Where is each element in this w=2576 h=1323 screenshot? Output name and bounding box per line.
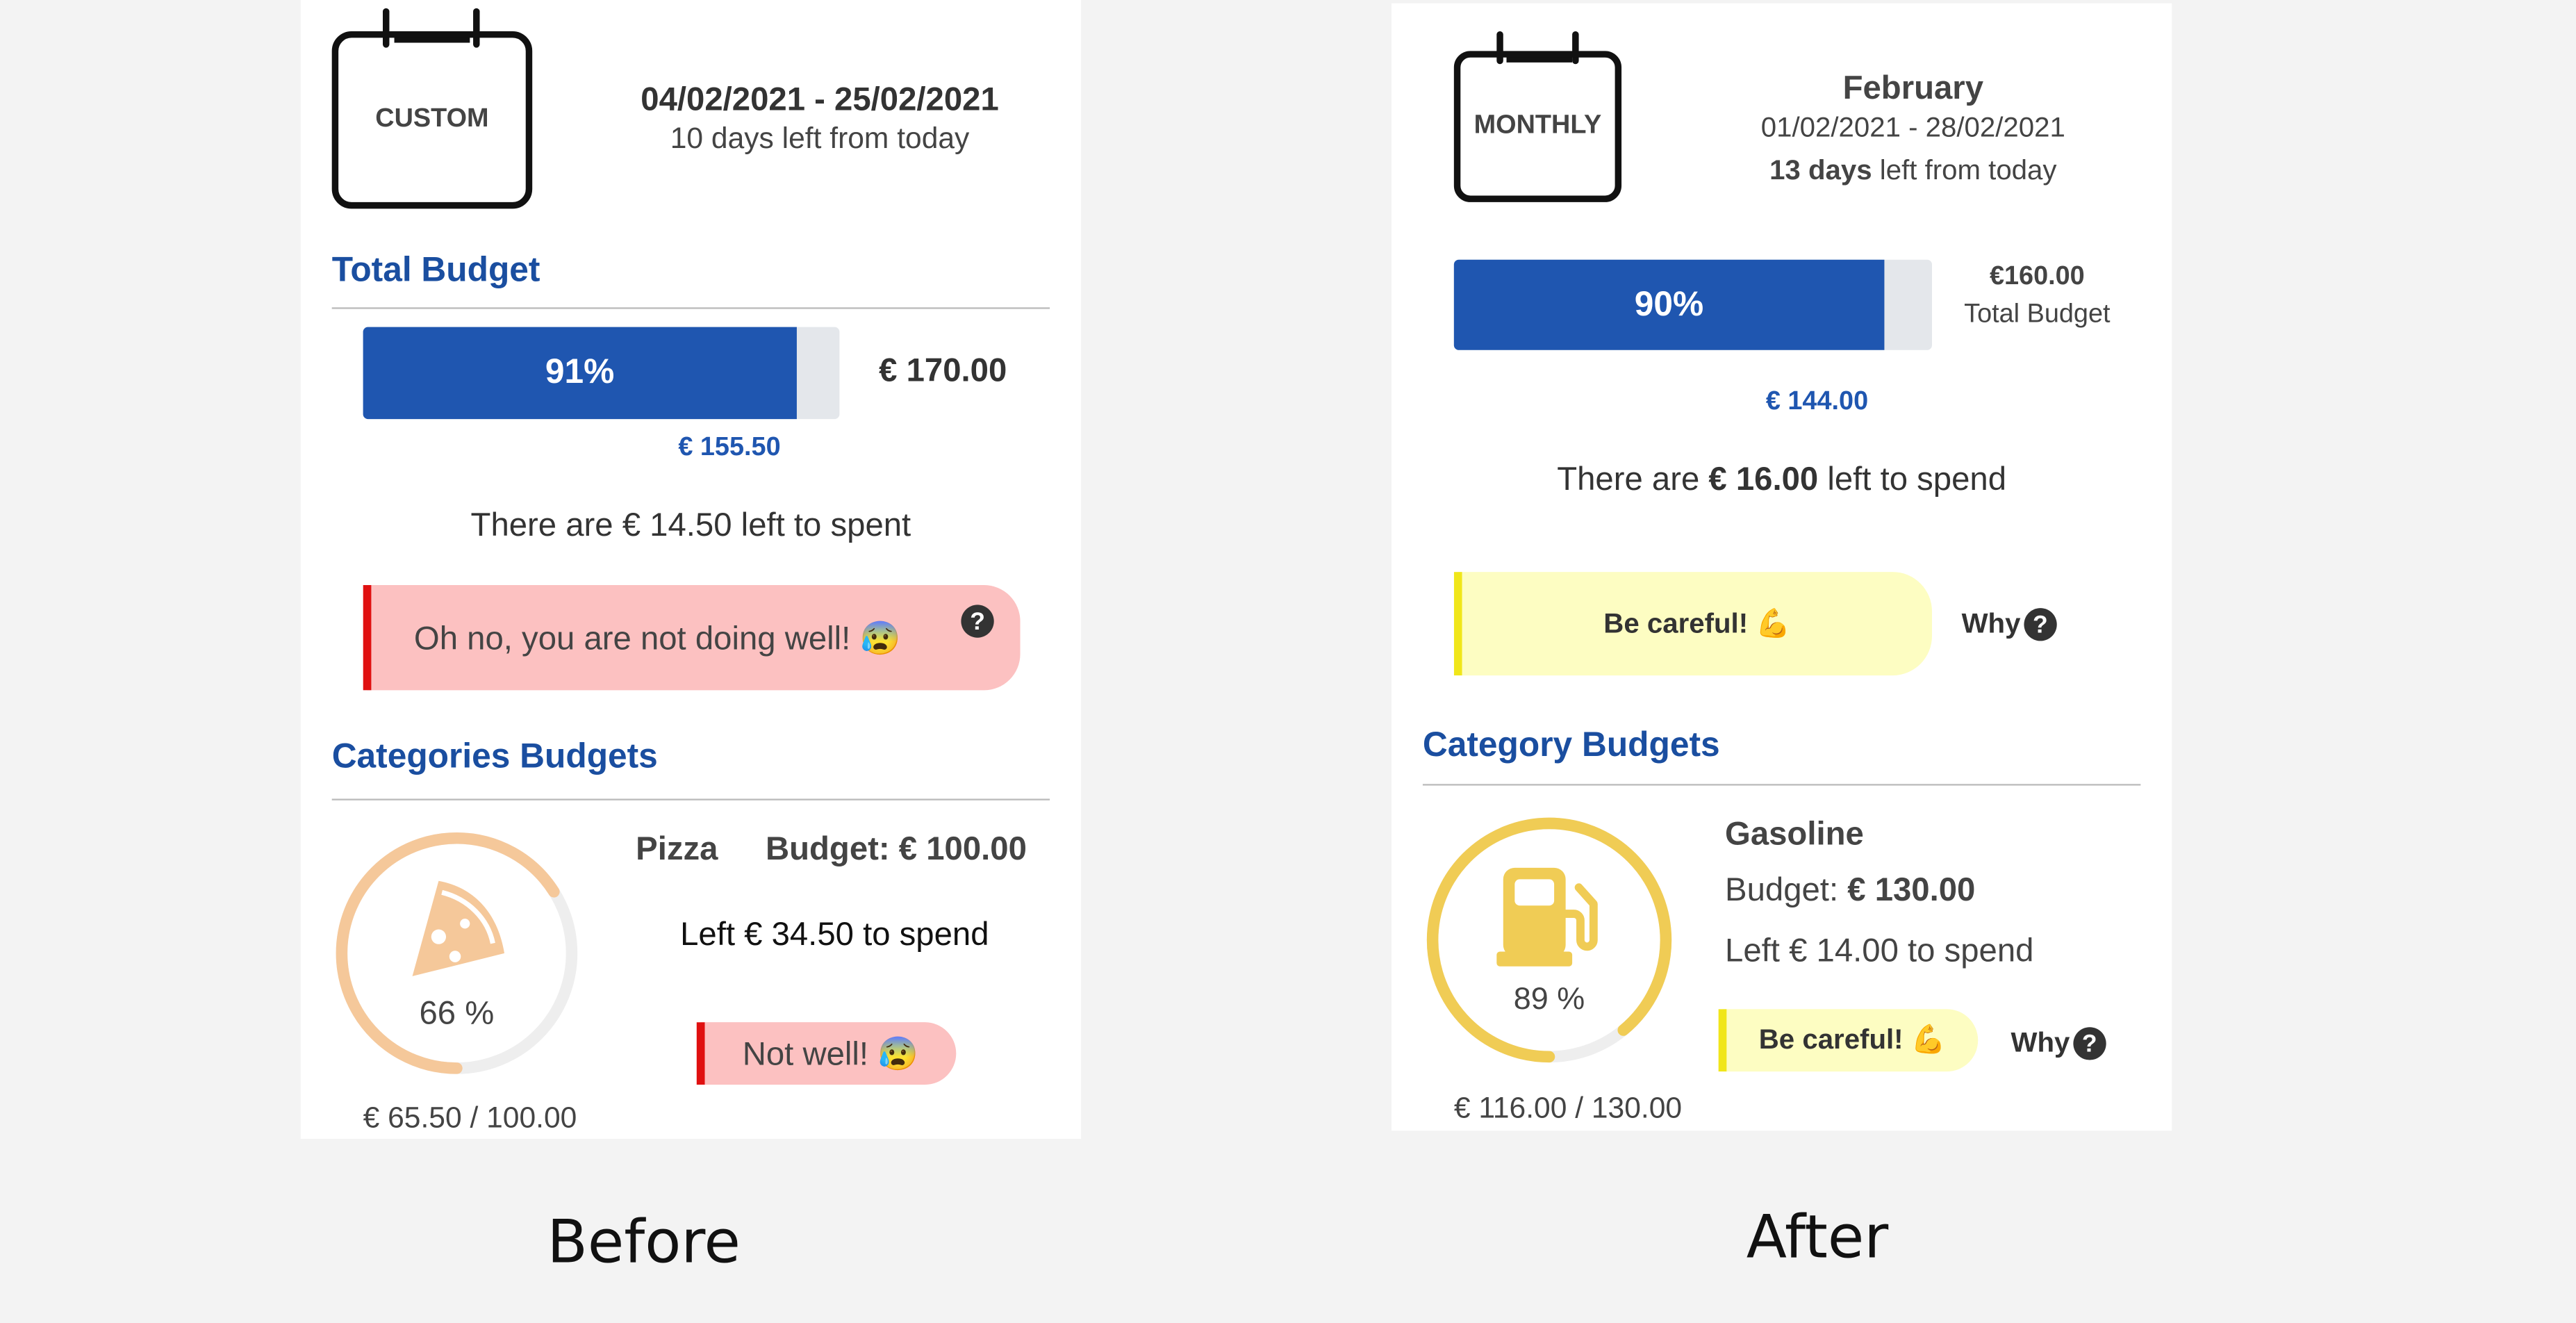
- category-status-badge: Be careful! 💪: [1718, 1009, 1979, 1072]
- progress-fill: 90%: [1453, 259, 1885, 350]
- category-status-badge: Not well! 😰: [696, 1022, 957, 1085]
- total-budget-label: Total Budget: [1964, 300, 2111, 329]
- total-progress-bar: 90%: [1453, 259, 1933, 350]
- progress-label: 91%: [545, 353, 615, 391]
- category-budget: Budget: € 130.00: [1725, 873, 1975, 910]
- category-budget-prefix: Budget:: [1725, 872, 1848, 909]
- category-budget-amount: € 130.00: [1847, 872, 1976, 909]
- date-range: 04/02/2021 - 25/02/2021: [641, 82, 999, 119]
- alert-text: Oh no, you are not doing well! 😰: [413, 620, 901, 657]
- period-type-label: CUSTOM: [375, 105, 489, 133]
- days-left: 10 days left from today: [670, 122, 970, 155]
- left-prefix: There are: [1557, 461, 1709, 498]
- category-percent: 89 %: [1513, 983, 1585, 1018]
- comparison-stage: CUSTOM 04/02/2021 - 25/02/2021 10 days l…: [0, 0, 2576, 1323]
- category-status-text: Not well! 😰: [742, 1036, 919, 1073]
- days-left-text: left from today: [1872, 154, 2057, 186]
- category-amount: € 65.50 / 100.00: [363, 1101, 577, 1134]
- after-panel: MONTHLY February 01/02/2021 - 28/02/2021…: [1391, 3, 2172, 1131]
- category-name: Pizza: [636, 831, 718, 868]
- category-percent: 66 %: [419, 996, 495, 1033]
- why-label: Why: [1961, 608, 2021, 640]
- help-icon: ?: [2024, 608, 2057, 641]
- total-progress-bar: 91%: [363, 327, 840, 420]
- why-label: Why: [2011, 1027, 2070, 1059]
- left-to-spend-text: There are € 16.00 left to spend: [1423, 462, 2140, 500]
- why-button[interactable]: Why ?: [2011, 1027, 2106, 1060]
- progress-label: 90%: [1634, 285, 1704, 323]
- alert-text: Be careful! 💪: [1603, 607, 1791, 639]
- help-icon[interactable]: ?: [961, 605, 994, 638]
- categories-title: Category Budgets: [1422, 726, 1720, 764]
- category-left-text: Left € 14.00 to spend: [1725, 933, 2034, 970]
- left-amount: € 16.00: [1708, 461, 1819, 498]
- date-range: 01/02/2021 - 28/02/2021: [1760, 111, 2065, 143]
- total-budget-title: Total Budget: [331, 251, 540, 290]
- status-alert: Be careful! 💪: [1453, 572, 1933, 676]
- total-amount: €160.00: [1989, 263, 2085, 291]
- before-caption: Before: [547, 1209, 741, 1277]
- days-left: 13 days left from today: [1687, 154, 2139, 187]
- before-panel: CUSTOM 04/02/2021 - 25/02/2021 10 days l…: [300, 0, 1082, 1140]
- status-alert: Oh no, you are not doing well! 😰: [363, 585, 1021, 691]
- category-budget: Budget: € 100.00: [765, 831, 1027, 868]
- why-button[interactable]: Why ?: [1962, 608, 2057, 641]
- calendar-icon: CUSTOM: [331, 8, 533, 209]
- pizza-icon: [412, 880, 504, 976]
- category-status-text: Be careful! 💪: [1758, 1024, 1946, 1055]
- left-suffix: left to spend: [1818, 461, 2007, 498]
- divider: [331, 307, 1050, 309]
- gas-pump-icon: [1496, 867, 1598, 967]
- period-type-label: MONTHLY: [1473, 111, 1602, 140]
- categories-title: Categories Budgets: [331, 737, 658, 776]
- spent-amount: € 155.50: [678, 434, 781, 462]
- category-name: Gasoline: [1725, 816, 1864, 853]
- after-caption: After: [1746, 1204, 1889, 1272]
- category-left-text: Left € 34.50 to spend: [680, 917, 989, 953]
- left-to-spend-text: There are € 14.50 left to spent: [470, 507, 911, 544]
- month-label: February: [1842, 70, 1984, 107]
- calendar-icon: MONTHLY: [1453, 31, 1622, 202]
- spent-amount: € 144.00: [1765, 388, 1869, 416]
- total-amount: € 170.00: [879, 353, 1007, 390]
- category-amount: € 116.00 / 130.00: [1453, 1091, 1683, 1124]
- help-icon: ?: [2073, 1027, 2106, 1060]
- divider: [1422, 784, 2141, 786]
- progress-fill: 91%: [363, 327, 797, 420]
- divider: [331, 798, 1050, 800]
- days-left-count: 13 days: [1769, 154, 1872, 186]
